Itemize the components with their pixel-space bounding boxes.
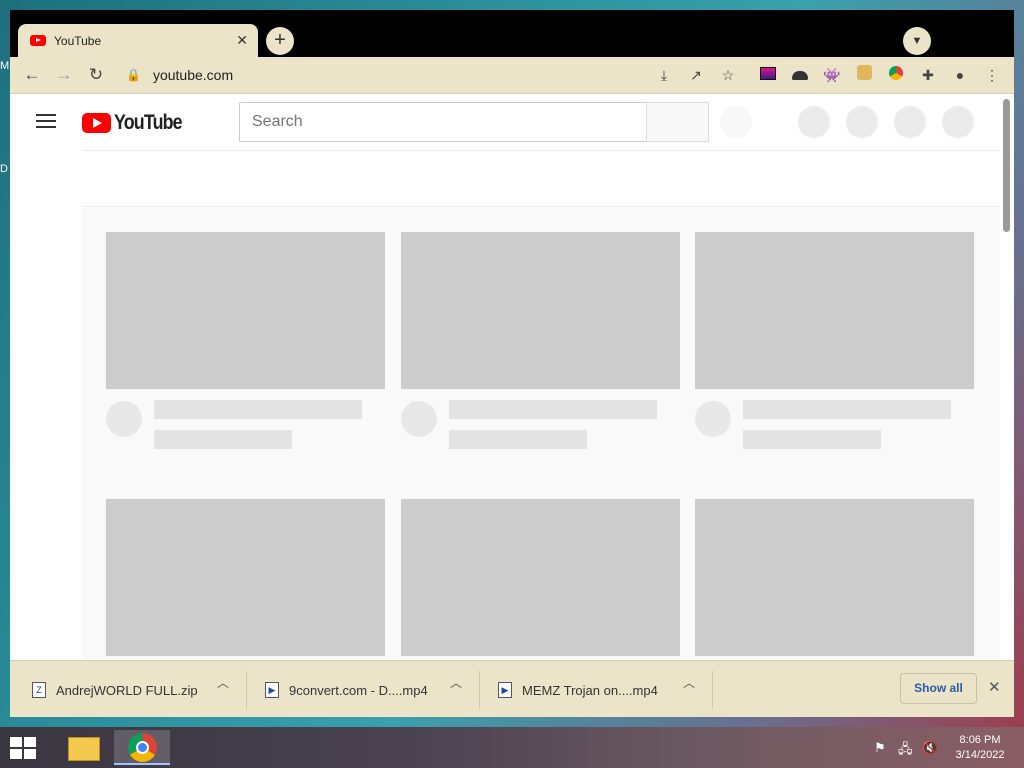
thumbnail-placeholder [401,499,680,656]
forward-button[interactable]: → [53,64,75,86]
youtube-play-icon [82,113,111,133]
download-filename: AndrejWORLD FULL.zip [56,682,198,698]
windows-start-icon[interactable] [10,737,38,759]
extension-chrome-icon[interactable] [886,65,906,85]
clock-date: 3/14/2022 [955,749,1005,761]
video-card-placeholder[interactable] [695,232,974,449]
video-file-icon: ▶ [498,682,512,698]
close-shelf-icon[interactable]: ✕ [988,678,1001,696]
file-explorer-icon [68,737,100,761]
video-card-placeholder[interactable] [106,499,385,656]
thumbnail-placeholder [106,499,385,656]
download-shelf: Z AndrejWORLD FULL.zip ︿ ▶ 9convert.com … [10,660,1014,717]
browser-toolbar: ← → ↻ 🔒 youtube.com ⤓ ↗ ☆ 👾 ✚ ● ⋮ [10,57,1014,94]
new-tab-button[interactable]: + [266,27,294,55]
mic-button-placeholder[interactable] [720,106,752,138]
youtube-page: YouTube [10,94,1014,660]
url-text: youtube.com [152,67,234,83]
close-tab-icon[interactable]: ✕ [236,32,248,49]
tab-youtube[interactable]: YouTube ✕ [18,24,258,57]
video-card-placeholder[interactable] [106,232,385,449]
search-button[interactable] [646,102,709,142]
browser-window: YouTube ✕ + ▼ ← → ↻ 🔒 youtube.com ⤓ ↗ ☆ … [10,10,1014,717]
thumbnail-placeholder [695,232,974,389]
chevron-up-icon[interactable]: ︿ [683,674,695,691]
install-icon[interactable]: ⤓ [654,65,674,85]
title-placeholder [449,400,657,419]
thumbnail-placeholder [106,232,385,389]
meta-placeholder [449,430,587,449]
youtube-favicon-icon [30,35,46,46]
chrome-icon [128,733,157,762]
video-card-placeholder[interactable] [401,232,680,449]
page-scrollbar[interactable] [1000,94,1014,660]
tab-title: YouTube [54,33,102,48]
action-center-flag-icon[interactable]: ⚑ [874,740,886,756]
youtube-logo[interactable]: YouTube [82,111,194,135]
share-icon[interactable]: ↗ [686,65,706,85]
create-button-placeholder[interactable] [798,106,830,138]
video-card-placeholder[interactable] [695,499,974,656]
avatar-placeholder[interactable] [942,106,974,138]
channel-avatar-placeholder [106,401,142,437]
video-file-icon: ▶ [265,682,279,698]
show-all-downloads-button[interactable]: Show all [900,673,977,704]
reload-button[interactable]: ↻ [85,64,107,86]
masthead: YouTube [10,94,1000,150]
channel-avatar-placeholder [401,401,437,437]
desktop-icon-label: M [0,60,10,72]
download-item[interactable]: ▶ 9convert.com - D....mp4 [265,669,428,711]
title-placeholder [154,400,362,419]
star-icon[interactable]: ☆ [718,65,738,85]
lock-icon[interactable]: 🔒 [126,68,141,82]
extension-alien-icon[interactable]: 👾 [822,65,842,85]
puzzle-icon[interactable]: ✚ [918,65,938,85]
download-filename: 9convert.com - D....mp4 [289,682,428,698]
hamburger-menu-icon[interactable] [36,114,56,128]
tab-strip: YouTube ✕ + ▼ [10,10,1014,57]
apps-button-placeholder[interactable] [846,106,878,138]
zip-file-icon: Z [32,682,46,698]
download-filename: MEMZ Trojan on....mp4 [522,682,658,698]
thumbnail-placeholder [401,232,680,389]
channel-avatar-placeholder [695,401,731,437]
volume-muted-icon[interactable]: 🔇 [922,740,938,756]
chrome-taskbar-button[interactable] [114,730,170,765]
divider [712,671,713,709]
scrollbar-thumb[interactable] [1003,99,1010,232]
extension-doge-icon[interactable] [854,65,874,85]
chevron-up-icon[interactable]: ︿ [217,674,229,691]
meta-placeholder [154,430,292,449]
desktop-icon-label: D [0,163,8,175]
profile-icon[interactable]: ● [950,65,970,85]
clock-time: 8:06 PM [959,734,1001,746]
video-grid [82,208,1000,660]
extension-hat-icon[interactable] [790,65,810,85]
back-button[interactable]: ← [21,64,43,86]
extension-tv-icon[interactable] [758,65,778,85]
search-input[interactable] [239,102,646,142]
system-clock[interactable]: 8:06 PM 3/14/2022 [946,733,1014,763]
meta-placeholder [743,430,881,449]
chips-bar-placeholder [82,151,1000,207]
network-icon[interactable]: 🖧 [898,740,913,762]
chevron-up-icon[interactable]: ︿ [450,674,462,691]
kebab-menu-icon[interactable]: ⋮ [982,65,1002,85]
thumbnail-placeholder [695,499,974,656]
notifications-button-placeholder[interactable] [894,106,926,138]
taskbar: ⚑ 🖧 🔇 8:06 PM 3/14/2022 [0,727,1024,768]
title-placeholder [743,400,951,419]
chevron-down-icon[interactable]: ▼ [903,27,931,55]
download-item[interactable]: Z AndrejWORLD FULL.zip [32,669,198,711]
address-bar[interactable]: 🔒 youtube.com [126,62,646,88]
youtube-wordmark: YouTube [114,111,183,134]
download-item[interactable]: ▶ MEMZ Trojan on....mp4 [498,669,658,711]
file-explorer-taskbar-button[interactable] [52,730,108,765]
divider [479,671,480,709]
divider [246,671,247,709]
video-card-placeholder[interactable] [401,499,680,656]
